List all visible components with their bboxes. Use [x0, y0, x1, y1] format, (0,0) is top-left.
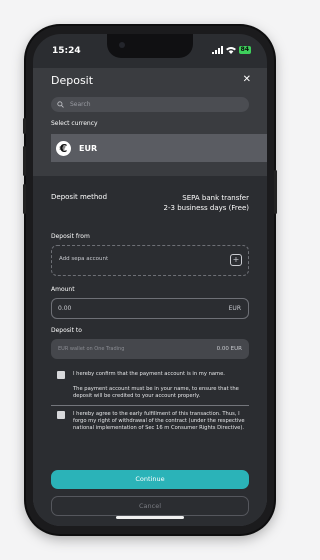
confirm-account-text: I hereby confirm that the payment accoun… — [73, 371, 225, 377]
deposit-form: Deposit method SEPA bank transfer 2-3 bu… — [33, 176, 267, 526]
currency-option-eur[interactable]: € EUR — [51, 134, 267, 162]
deposit-method-label: Deposit method — [51, 193, 108, 201]
status-time: 15:24 — [52, 46, 81, 56]
amount-unit: EUR — [228, 305, 241, 312]
deposit-sheet: Deposit ✕ Select currency € EUR Deposit … — [33, 68, 267, 526]
cancel-button[interactable]: Cancel — [51, 496, 249, 516]
add-sepa-account-button[interactable]: Add sepa account + — [51, 245, 249, 276]
divider — [51, 405, 249, 406]
search-bar[interactable] — [51, 97, 249, 112]
plus-icon: + — [230, 254, 242, 266]
status-icons: 84 — [211, 46, 251, 54]
select-currency-label: Select currency — [51, 120, 98, 127]
deposit-to-field: EUR wallet on One Trading 0.00 EUR — [51, 339, 249, 359]
power-button — [274, 170, 277, 214]
deposit-to-label: Deposit to — [51, 327, 82, 334]
deposit-to-wallet: EUR wallet on One Trading — [58, 346, 125, 352]
early-fulfillment-text: I hereby agree to the early fulfillment … — [73, 411, 245, 431]
continue-button[interactable]: Continue — [51, 470, 249, 489]
euro-icon: € — [56, 140, 71, 156]
search-icon — [57, 101, 64, 108]
amount-value: 0.00 — [58, 305, 72, 312]
confirm-account-checkbox[interactable] — [57, 371, 65, 379]
currency-code: EUR — [79, 143, 98, 153]
wifi-icon — [225, 47, 236, 54]
deposit-from-label: Deposit from — [51, 233, 90, 240]
amount-input[interactable]: 0.00 EUR — [51, 298, 249, 319]
add-sepa-account-text: Add sepa account — [59, 256, 109, 262]
camera-icon — [119, 42, 125, 48]
notch — [107, 34, 193, 58]
deposit-method-name: SEPA bank transfer — [182, 194, 249, 202]
phone-screen: 15:24 84 Deposit ✕ Select currency € — [33, 34, 267, 526]
volume-down-button — [23, 184, 26, 214]
volume-up-button — [23, 146, 26, 176]
deposit-method-duration: 2-3 business days (Free) — [163, 204, 249, 212]
home-indicator[interactable] — [116, 516, 184, 519]
mute-switch — [23, 118, 26, 134]
amount-label: Amount — [51, 286, 75, 293]
battery-icon: 84 — [238, 46, 251, 54]
close-button[interactable]: ✕ — [243, 74, 251, 85]
signal-icon — [211, 46, 223, 54]
deposit-to-amount: 0.00 EUR — [216, 346, 242, 352]
confirm-account-note: The payment account must be in your name… — [73, 386, 239, 399]
deposit-method-value: SEPA bank transfer 2-3 business days (Fr… — [164, 193, 249, 213]
early-fulfillment-checkbox[interactable] — [57, 411, 65, 419]
page-title: Deposit — [51, 74, 94, 87]
search-input[interactable] — [68, 100, 242, 109]
